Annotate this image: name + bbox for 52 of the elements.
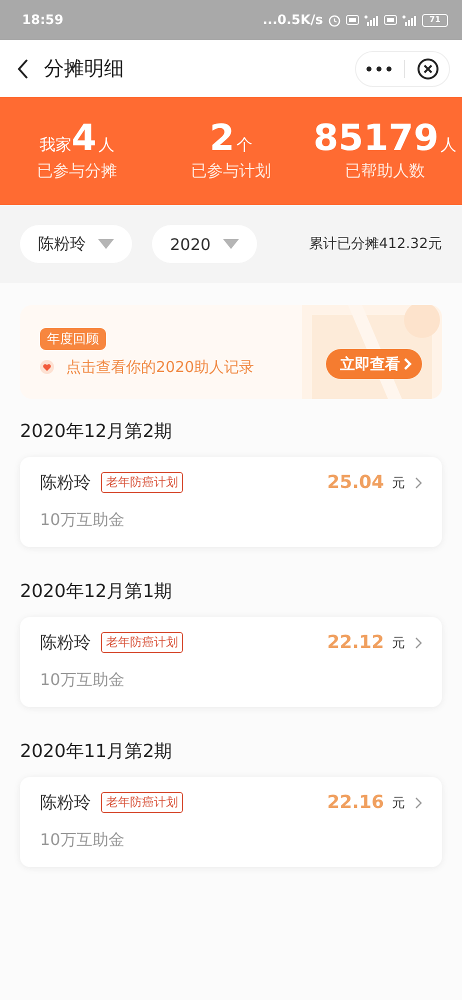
- stat-label: 已参与计划: [191, 160, 271, 182]
- stat-unit: 人: [98, 134, 115, 156]
- stat-unit: 人: [440, 134, 457, 156]
- stat-value: 2: [209, 120, 235, 156]
- allocation-card[interactable]: 陈粉玲 老年防癌计划 22.12 元 10万互助金: [20, 617, 442, 707]
- battery-level: 71: [422, 14, 448, 26]
- plan-tag: 老年防癌计划: [101, 472, 183, 493]
- allocation-card[interactable]: 陈粉玲 老年防癌计划 22.16 元 10万互助金: [20, 777, 442, 867]
- review-text: 点击查看你的2020助人记录: [66, 358, 254, 376]
- filter-dropdown[interactable]: 2020: [152, 225, 257, 263]
- member-name: 陈粉玲: [40, 632, 91, 654]
- stat-value: 4: [71, 120, 97, 156]
- period-heading: 2020年12月第1期: [20, 580, 174, 603]
- status-time: 18:59: [22, 12, 64, 28]
- dropdown-icon: [222, 239, 239, 249]
- more-icon[interactable]: [366, 66, 392, 72]
- chevron-icon: [415, 796, 422, 808]
- stat-value: 85179: [313, 120, 439, 156]
- period-heading: 2020年11月第2期: [20, 740, 174, 763]
- chevron-icon: [403, 357, 412, 371]
- signal-icon: [402, 14, 417, 26]
- member-name: 陈粉玲: [40, 472, 91, 494]
- alarm-icon: [328, 14, 341, 26]
- back-icon[interactable]: [16, 58, 30, 80]
- page-title: 分摊明细: [44, 55, 125, 82]
- network-speed: ...0.5K/s: [262, 12, 323, 28]
- signal-icon: [364, 14, 379, 26]
- period-heading: 2020年12月第2期: [20, 420, 174, 443]
- chevron-icon: [415, 476, 422, 488]
- filter-dropdown[interactable]: 陈粉玲: [20, 225, 132, 263]
- currency-unit: 元: [392, 474, 405, 492]
- amount: 22.12: [327, 632, 384, 653]
- coverage-label: 10万互助金: [40, 670, 126, 691]
- close-icon[interactable]: [417, 58, 439, 80]
- dropdown-icon: [98, 239, 114, 249]
- currency-unit: 元: [392, 794, 405, 812]
- total-amount: 累计已分摊412.32元: [309, 235, 442, 253]
- stat-label: 已参与分摊: [37, 160, 117, 182]
- allocation-card[interactable]: 陈粉玲 老年防癌计划 25.04 元 10万互助金: [20, 457, 442, 547]
- plan-tag: 老年防癌计划: [101, 632, 183, 653]
- amount: 25.04: [327, 472, 384, 493]
- plan-tag: 老年防癌计划: [101, 792, 183, 813]
- stat-prefix: 我家: [39, 134, 72, 156]
- coverage-label: 10万互助金: [40, 830, 126, 851]
- member-name: 陈粉玲: [40, 792, 91, 814]
- currency-unit: 元: [392, 634, 405, 652]
- coverage-label: 10万互助金: [40, 510, 126, 531]
- review-badge: 年度回顾: [40, 328, 106, 350]
- amount: 22.16: [327, 792, 384, 813]
- chevron-icon: [415, 636, 422, 648]
- stat-label: 已帮助人数: [345, 160, 425, 182]
- stat-unit: 个: [236, 134, 253, 156]
